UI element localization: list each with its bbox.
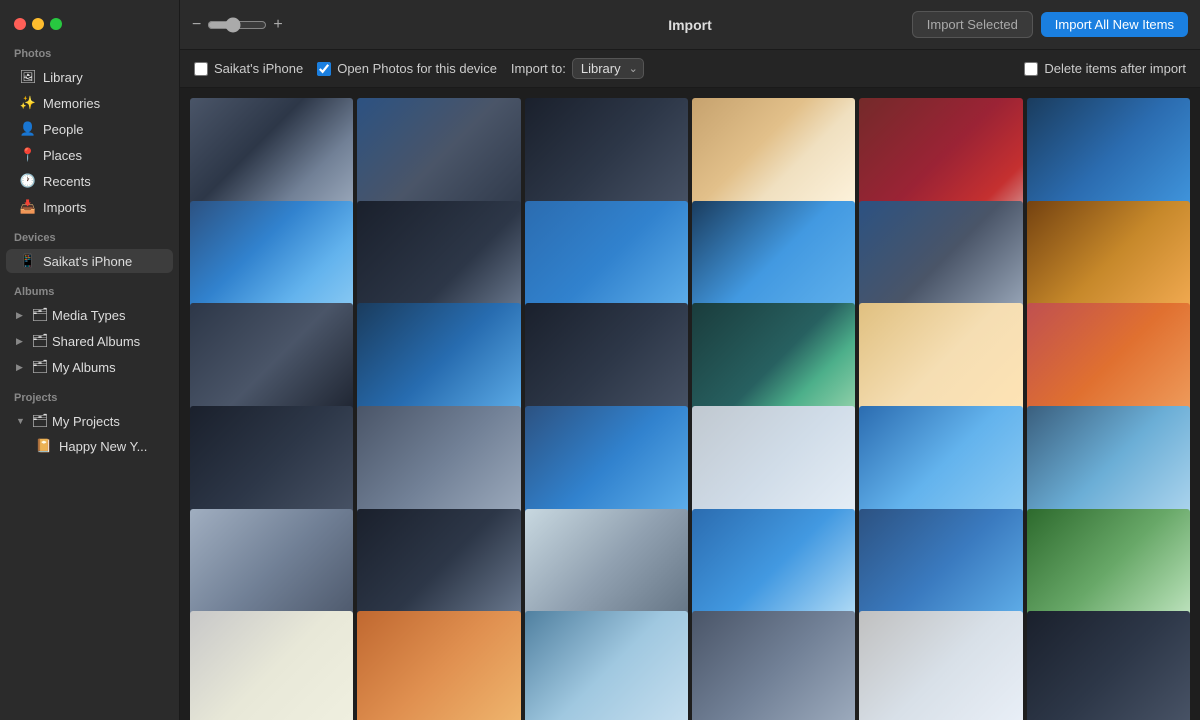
sidebar-item-label: Imports: [43, 200, 86, 215]
open-photos-checkbox[interactable]: [317, 62, 331, 76]
import-to-dropdown[interactable]: Library: [572, 58, 644, 79]
close-button[interactable]: [14, 18, 26, 30]
sidebar-group-label: Media Types: [52, 308, 125, 323]
book-icon: 📔: [36, 438, 52, 454]
photo-thumbnail[interactable]: [190, 611, 353, 720]
delete-after-checkbox[interactable]: [1024, 62, 1038, 76]
photo-thumbnail[interactable]: [692, 611, 855, 720]
places-icon: 📍: [20, 147, 36, 163]
device-row: Saikat's iPhone: [194, 61, 303, 76]
minimize-button[interactable]: [32, 18, 44, 30]
device-name: Saikat's iPhone: [214, 61, 303, 76]
sidebar-item-label: Memories: [43, 96, 100, 111]
traffic-lights: [0, 8, 179, 36]
zoom-plus-icon[interactable]: +: [273, 16, 282, 34]
sidebar-item-places[interactable]: 📍 Places: [6, 143, 173, 167]
recents-icon: 🕐: [20, 173, 36, 189]
sidebar-group-media-types[interactable]: ▶ 🗂 Media Types: [6, 303, 173, 327]
zoom-slider[interactable]: [207, 17, 267, 33]
toolbar: − + Import Import Selected Import All Ne…: [180, 0, 1200, 50]
folder-icon: 🗂: [32, 307, 48, 323]
sidebar-group-my-albums[interactable]: ▶ 🗂 My Albums: [6, 355, 173, 379]
sidebar-group-my-projects[interactable]: ▼ 🗂 My Projects: [6, 409, 173, 433]
sidebar-item-people[interactable]: 👤 People: [6, 117, 173, 141]
people-icon: 👤: [20, 121, 36, 137]
sidebar-item-label: Library: [43, 70, 83, 85]
photo-thumbnail[interactable]: [859, 611, 1022, 720]
sidebar-item-happy-new-y[interactable]: 📔 Happy New Y...: [6, 435, 173, 457]
sidebar-item-label: Places: [43, 148, 82, 163]
import-to-dropdown-wrap: Library: [572, 58, 644, 79]
import-to-row: Import to: Library: [511, 58, 644, 79]
sidebar-item-memories[interactable]: ✨ Memories: [6, 91, 173, 115]
sidebar-item-recents[interactable]: 🕐 Recents: [6, 169, 173, 193]
import-all-button[interactable]: Import All New Items: [1041, 12, 1188, 37]
chevron-down-icon: ▼: [16, 416, 28, 426]
sidebar-item-label: Happy New Y...: [59, 439, 147, 454]
photo-grid: [180, 88, 1200, 720]
photo-thumbnail[interactable]: [357, 611, 520, 720]
photo-thumbnail[interactable]: [525, 611, 688, 720]
sidebar-group-label: Shared Albums: [52, 334, 140, 349]
sidebar-item-label: People: [43, 122, 83, 137]
import-to-label: Import to:: [511, 61, 566, 76]
devices-section-label: Devices: [0, 220, 179, 248]
toolbar-title: Import: [668, 17, 712, 33]
zoom-controls: − +: [192, 16, 283, 34]
main-panel: − + Import Import Selected Import All Ne…: [180, 0, 1200, 720]
import-bar: Saikat's iPhone Open Photos for this dev…: [180, 50, 1200, 88]
sidebar-item-label: Recents: [43, 174, 91, 189]
sidebar-item-imports[interactable]: 📥 Imports: [6, 195, 173, 219]
sidebar-group-shared-albums[interactable]: ▶ 🗂 Shared Albums: [6, 329, 173, 353]
shared-folder-icon: 🗂: [32, 333, 48, 349]
open-photos-label: Open Photos for this device: [337, 61, 497, 76]
delete-after-row: Delete items after import: [1024, 61, 1186, 76]
delete-after-label: Delete items after import: [1044, 61, 1186, 76]
sidebar-item-library[interactable]: 🖼 Library: [6, 65, 173, 89]
sidebar-group-label: My Albums: [52, 360, 116, 375]
library-icon: 🖼: [20, 69, 36, 85]
albums-section-label: Albums: [0, 274, 179, 302]
sidebar: Photos 🖼 Library ✨ Memories 👤 People 📍 P…: [0, 0, 180, 720]
toolbar-right: Import Selected Import All New Items: [912, 11, 1188, 38]
photo-thumbnail[interactable]: [1027, 611, 1190, 720]
open-photos-row: Open Photos for this device: [317, 61, 497, 76]
sidebar-item-saikats-iphone[interactable]: 📱 Saikat's iPhone: [6, 249, 173, 273]
chevron-right-icon: ▶: [16, 336, 28, 347]
photos-section-label: Photos: [0, 36, 179, 64]
device-checkbox[interactable]: [194, 62, 208, 76]
iphone-icon: 📱: [20, 253, 36, 269]
memories-icon: ✨: [20, 95, 36, 111]
maximize-button[interactable]: [50, 18, 62, 30]
sidebar-group-label: My Projects: [52, 414, 120, 429]
chevron-right-icon: ▶: [16, 310, 28, 321]
sidebar-item-label: Saikat's iPhone: [43, 254, 132, 269]
my-albums-icon: 🗂: [32, 359, 48, 375]
projects-folder-icon: 🗂: [32, 413, 48, 429]
imports-icon: 📥: [20, 199, 36, 215]
chevron-right-icon: ▶: [16, 362, 28, 373]
import-selected-button[interactable]: Import Selected: [912, 11, 1033, 38]
zoom-minus-icon[interactable]: −: [192, 16, 201, 34]
projects-section-label: Projects: [0, 380, 179, 408]
